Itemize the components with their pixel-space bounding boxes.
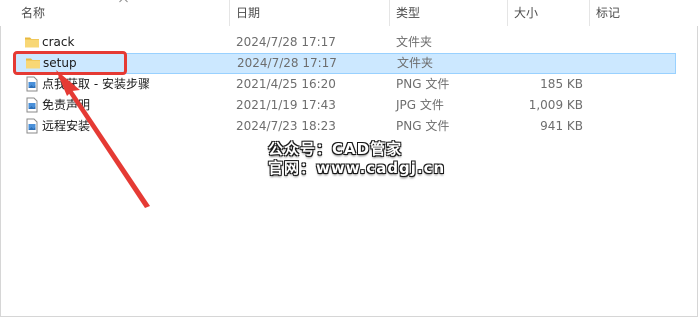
column-header-date[interactable]: 日期 [229,0,389,26]
jpg-file-icon [26,97,38,113]
file-size [484,32,583,53]
column-header-type[interactable]: 类型 [389,0,507,26]
file-size: 941 KB [540,119,583,133]
file-name: 点我获取 - 安装步骤 [42,77,150,91]
watermark-line-2: 官网：www.cadgj.cn [268,159,446,177]
file-date: 2021/1/19 17:43 [236,98,336,112]
png-file-icon [26,76,38,92]
file-row-remote-install[interactable]: 远程安装 2024/7/23 18:23 PNG 文件 941 KB [14,116,676,137]
column-header: 名称 日期 类型 大小 标记 [0,0,698,26]
sort-up-icon [119,0,128,3]
file-type: PNG 文件 [396,119,450,133]
file-size: 1,009 KB [528,98,583,112]
column-header-tags[interactable]: 标记 [589,0,689,26]
file-type: 文件夹 [396,35,433,49]
png-file-icon [26,118,38,134]
file-row-install-steps[interactable]: 点我获取 - 安装步骤 2021/4/25 16:20 PNG 文件 185 K… [14,74,676,95]
column-header-size[interactable]: 大小 [507,0,589,26]
folder-icon [25,37,39,48]
file-date: 2024/7/28 17:17 [237,56,337,70]
file-size [485,53,584,74]
file-name: 免责声明 [42,98,91,112]
file-type: JPG 文件 [396,98,444,112]
file-date: 2021/4/25 16:20 [236,77,336,91]
file-type: 文件夹 [397,56,434,70]
watermark-line-1: 公众号：CAD管家 [268,140,403,158]
file-date: 2024/7/28 17:17 [236,35,336,49]
file-type: PNG 文件 [396,77,450,91]
file-date: 2024/7/23 18:23 [236,119,336,133]
file-row-crack[interactable]: crack 2024/7/28 17:17 文件夹 [14,32,676,53]
highlight-box [13,51,127,75]
file-name: crack [42,35,75,49]
file-name: 远程安装 [42,119,91,133]
file-row-disclaimer[interactable]: 免责声明 2021/1/19 17:43 JPG 文件 1,009 KB [14,95,676,116]
column-header-name[interactable]: 名称 [14,0,229,26]
file-size: 185 KB [540,77,583,91]
